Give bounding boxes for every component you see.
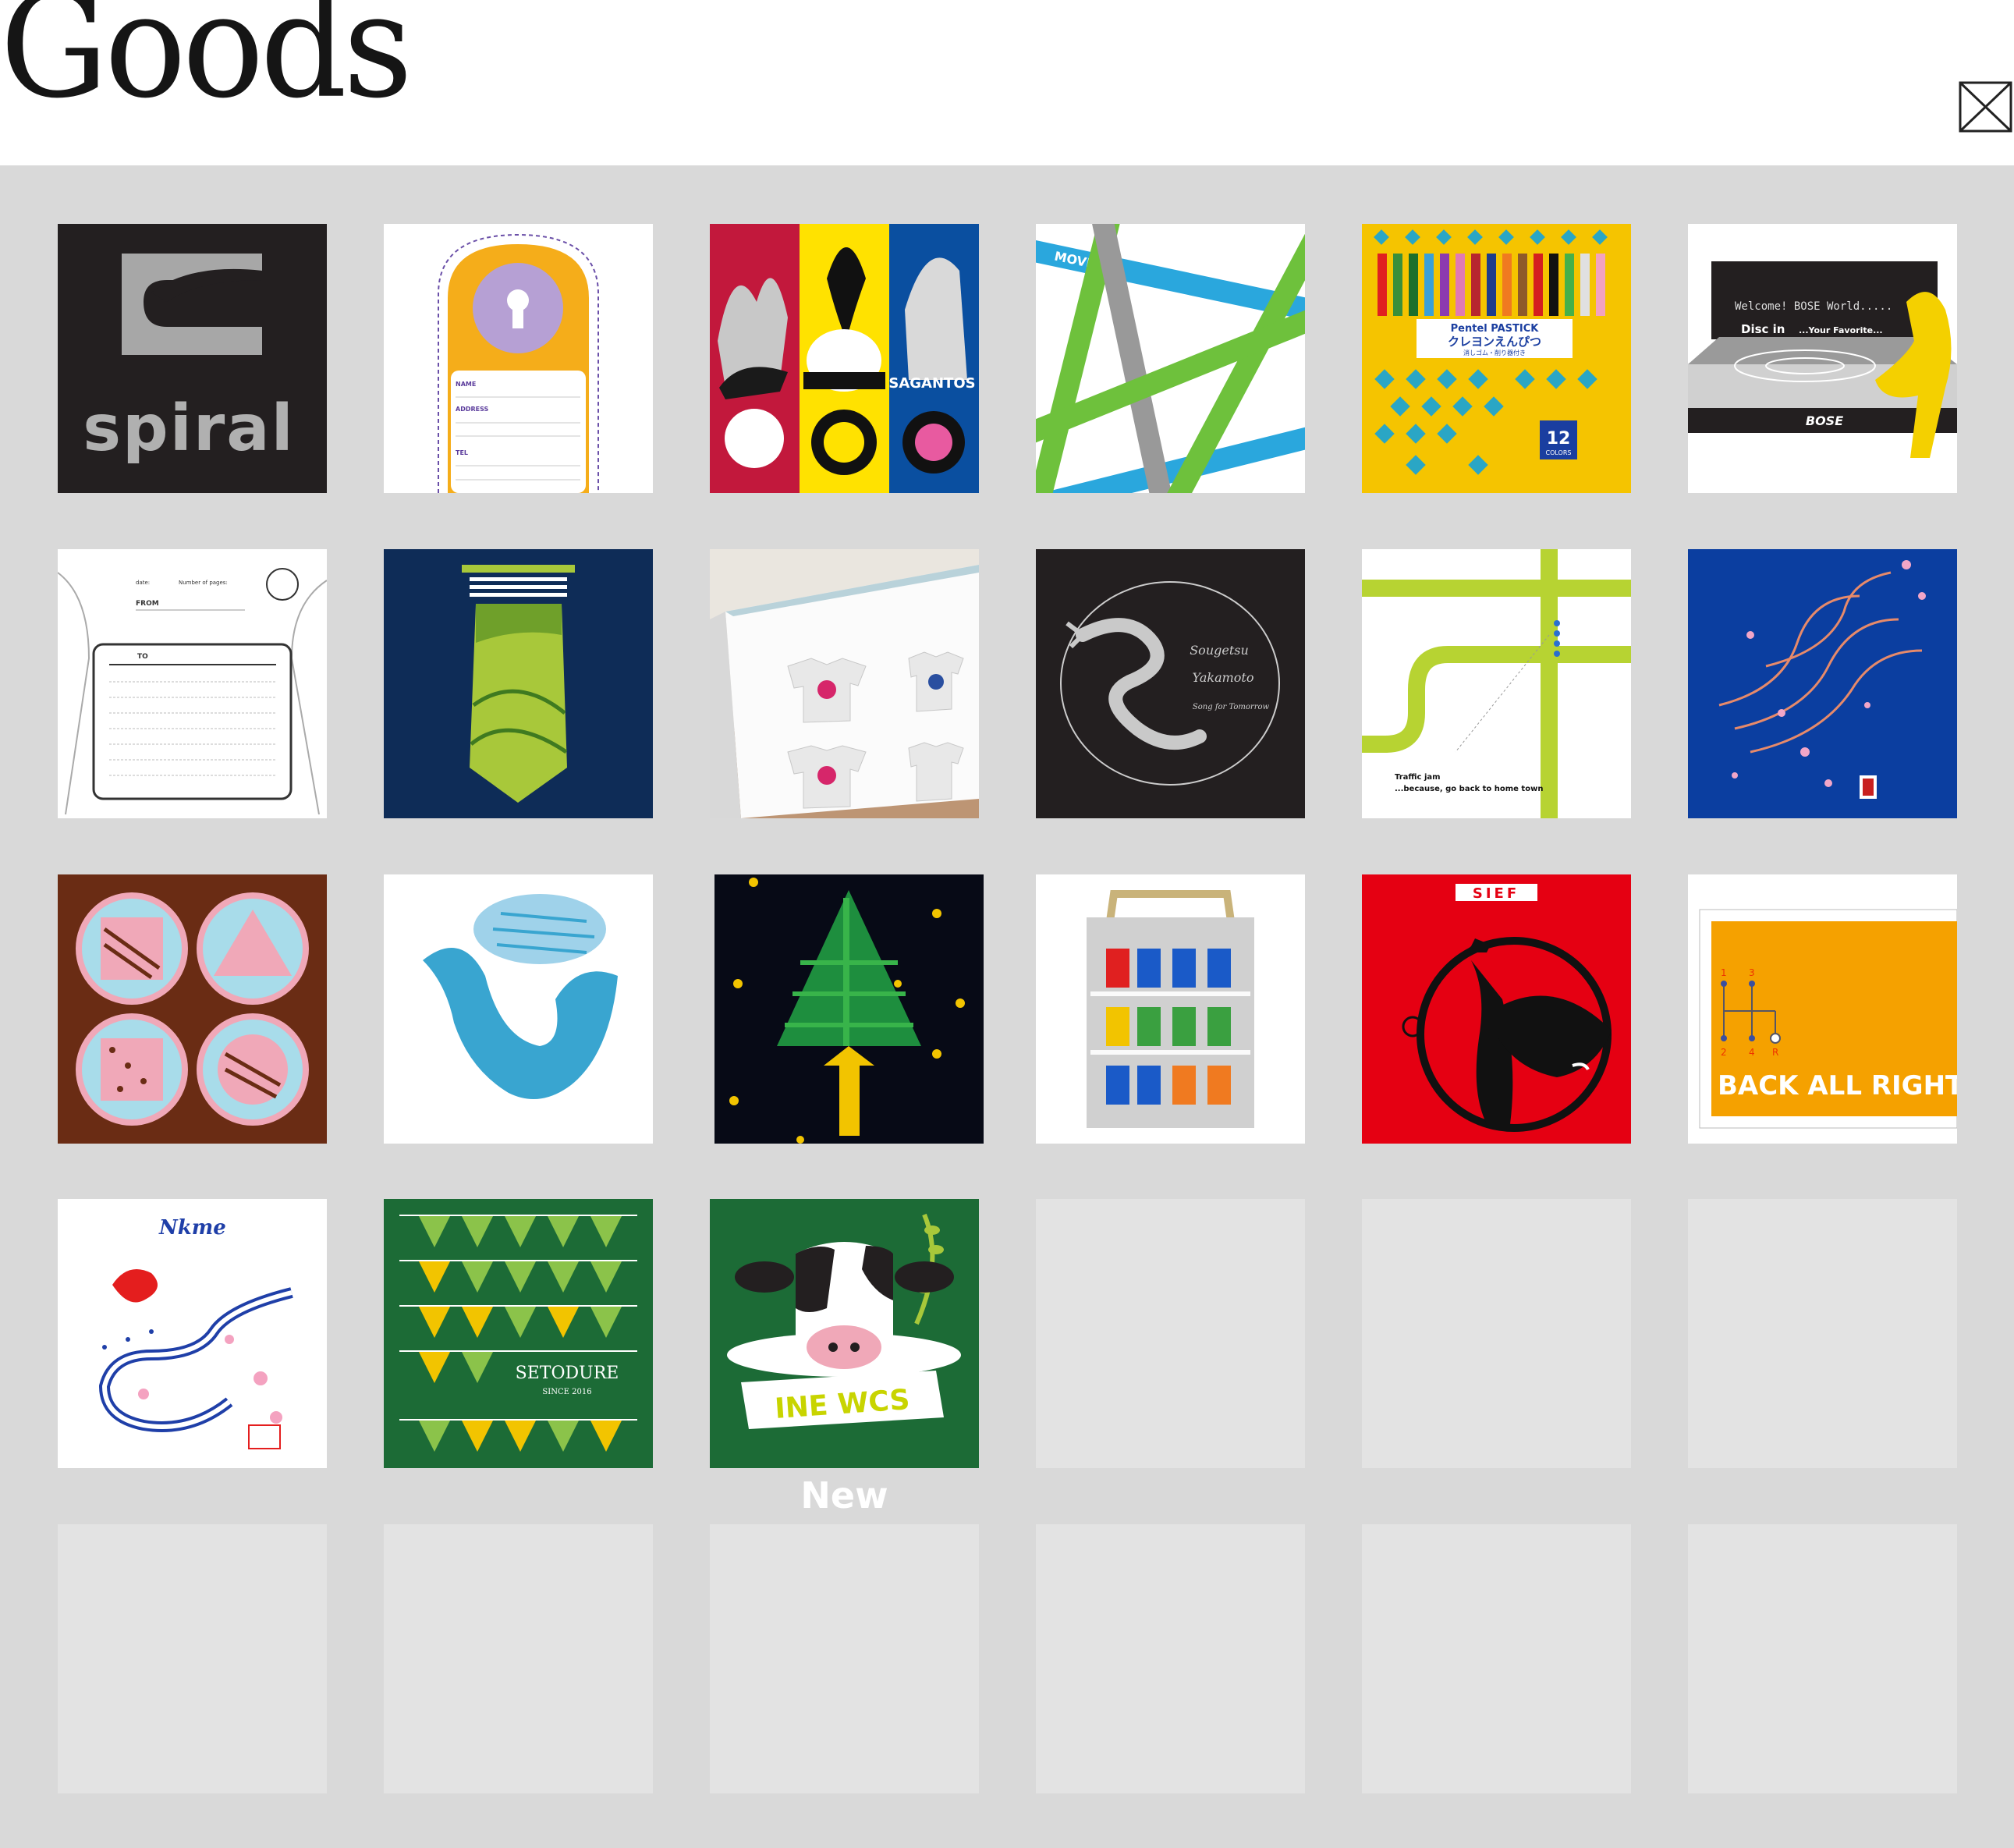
svg-text:R: R	[1772, 1047, 1778, 1058]
svg-text:SAGANTOS: SAGANTOS	[888, 375, 975, 392]
empty-tile	[1036, 1199, 1305, 1468]
empty-tile	[1362, 1199, 1631, 1468]
goods-tile-christmas-tree[interactable]	[714, 874, 984, 1144]
svg-text:FROM: FROM	[136, 600, 159, 608]
goods-tile-tshirt-book[interactable]	[710, 549, 979, 818]
svg-text:12: 12	[1547, 429, 1571, 449]
svg-text:SETODURE: SETODURE	[516, 1364, 619, 1383]
goods-tile-moving-tape[interactable]: MOVING!	[1036, 224, 1305, 493]
svg-text:クレヨンえんぴつ: クレヨンえんぴつ	[1448, 335, 1541, 349]
goods-grid: spiral NAME ADDRESS TEL SAGANTOS MOVING!…	[0, 165, 2014, 1848]
goods-tile-spiral[interactable]: spiral	[58, 224, 327, 493]
goods-tile-back-all-right[interactable]: 1 3 2 4 R BACK ALL RIGHT!	[1688, 874, 1957, 1144]
goods-tile-bose[interactable]: Welcome! BOSE World..... Disc in ...Your…	[1688, 224, 1957, 493]
svg-text:...Your Favorite...: ...Your Favorite...	[1799, 325, 1883, 335]
svg-text:SIEF: SIEF	[1473, 885, 1519, 902]
svg-text:Traffic jam: Traffic jam	[1395, 773, 1441, 782]
svg-text:ADDRESS: ADDRESS	[456, 406, 489, 413]
empty-tile	[1688, 1199, 1957, 1468]
goods-tile-soccer-mascots[interactable]: SAGANTOS	[710, 224, 979, 493]
close-icon	[1959, 81, 2012, 133]
svg-text:Nkme: Nkme	[158, 1216, 226, 1240]
empty-tile	[384, 1524, 653, 1793]
svg-text:Pentel PASTICK: Pentel PASTICK	[1451, 323, 1540, 335]
svg-text:COLORS: COLORS	[1546, 449, 1572, 456]
goods-tile-crayon-box[interactable]: Pentel PASTICK クレヨンえんぴつ 消しゴム・削り器付き 12 CO…	[1362, 224, 1631, 493]
svg-text:1: 1	[1721, 967, 1727, 978]
svg-text:SINCE 2016: SINCE 2016	[542, 1388, 591, 1396]
svg-text:date:: date:	[136, 580, 150, 586]
svg-text:Sougetsu: Sougetsu	[1190, 643, 1249, 658]
svg-text:TEL: TEL	[456, 449, 468, 456]
svg-text:Welcome! BOSE World.....: Welcome! BOSE World.....	[1735, 300, 1892, 313]
svg-text:Disc in: Disc in	[1741, 322, 1785, 336]
new-badge: New	[800, 1474, 888, 1516]
goods-tile-nkme[interactable]: Nkme	[58, 1199, 327, 1468]
goods-tile-ine-wcs[interactable]: INE WCS	[710, 1199, 979, 1468]
empty-tile	[1688, 1524, 1957, 1793]
header: Goods	[0, 0, 2014, 165]
svg-text:NAME: NAME	[456, 381, 476, 388]
goods-tile-setodure[interactable]: SETODURE SINCE 2016	[384, 1199, 653, 1468]
goods-tile-gift-shelf[interactable]	[1036, 874, 1305, 1144]
svg-text:消しゴム・削り器付き: 消しゴム・削り器付き	[1463, 349, 1526, 356]
page-title: Goods	[0, 0, 415, 131]
svg-text:Song for Tomorrow: Song for Tomorrow	[1193, 703, 1270, 711]
goods-tile-door-hanger[interactable]: NAME ADDRESS TEL	[384, 224, 653, 493]
goods-tile-tie[interactable]	[384, 549, 653, 818]
goods-tile-traffic-jam[interactable]: Traffic jam ...because, go back to home …	[1362, 549, 1631, 818]
goods-tile-dragon[interactable]: Sougetsu Yakamoto Song for Tomorrow	[1036, 549, 1305, 818]
empty-tile	[1362, 1524, 1631, 1793]
empty-tile	[58, 1524, 327, 1793]
svg-text:Yakamoto: Yakamoto	[1193, 670, 1254, 685]
goods-tile-fax-sheet[interactable]: date: Number of pages: FROM TO	[58, 549, 327, 818]
empty-tile	[1036, 1524, 1305, 1793]
svg-text:BACK ALL RIGHT!: BACK ALL RIGHT!	[1718, 1070, 1957, 1101]
empty-tile	[710, 1524, 979, 1793]
svg-text:3: 3	[1749, 967, 1755, 978]
svg-text:BOSE: BOSE	[1806, 413, 1843, 428]
goods-tile-badges[interactable]	[58, 874, 327, 1144]
svg-text:Number of pages:: Number of pages:	[179, 580, 228, 586]
goods-tile-sief[interactable]: SIEF	[1362, 874, 1631, 1144]
close-button[interactable]	[1959, 81, 2012, 133]
svg-text:4: 4	[1749, 1047, 1755, 1058]
spiral-logo-text: spiral	[83, 392, 295, 466]
goods-tile-sakura-wind[interactable]	[1688, 549, 1957, 818]
svg-text:...because, go back to home to: ...because, go back to home town	[1395, 785, 1543, 793]
svg-text:2: 2	[1721, 1047, 1727, 1058]
svg-text:TO: TO	[137, 653, 148, 661]
goods-tile-blue-creature[interactable]	[384, 874, 653, 1144]
